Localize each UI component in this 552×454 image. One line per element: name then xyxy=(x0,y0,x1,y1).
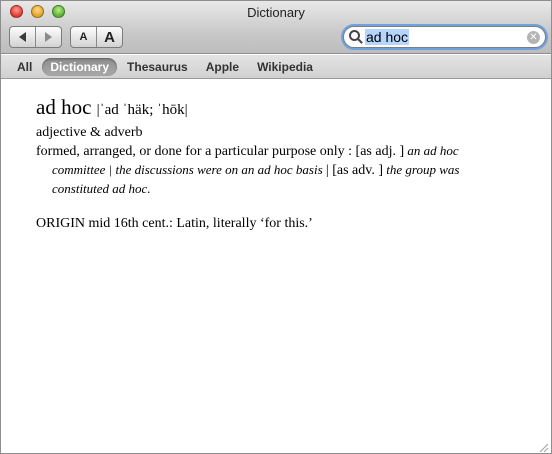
dictionary-window: Dictionary A A ad hoc ✕ All Dictionary T… xyxy=(0,0,552,454)
decrease-font-button[interactable]: A xyxy=(71,27,96,47)
resize-grip-icon[interactable] xyxy=(537,441,549,453)
definition-text: formed, arranged, or done for a particul… xyxy=(36,144,356,159)
scope-dictionary[interactable]: Dictionary xyxy=(42,57,118,76)
forward-button[interactable] xyxy=(35,27,61,47)
scope-apple[interactable]: Apple xyxy=(198,58,247,76)
definition-sense: formed, arranged, or done for a particul… xyxy=(36,142,506,199)
chevron-right-icon xyxy=(45,32,52,42)
increase-font-button[interactable]: A xyxy=(96,27,122,47)
history-nav-group xyxy=(9,26,62,48)
scope-all[interactable]: All xyxy=(9,58,40,76)
headword-line: ad hoc |ˈad ˈhäk; ˈhōk| xyxy=(36,94,506,123)
clear-search-icon[interactable]: ✕ xyxy=(527,31,540,44)
dictionary-entry: ad hoc |ˈad ˈhäk; ˈhōk| adjective & adve… xyxy=(36,94,506,233)
headword: ad hoc xyxy=(36,95,92,119)
font-size-group: A A xyxy=(70,26,123,48)
title-bar: Dictionary A A ad hoc ✕ xyxy=(1,1,551,54)
chevron-left-icon xyxy=(19,32,26,42)
origin-note: ORIGIN mid 16th cent.: Latin, literally … xyxy=(36,216,313,231)
definition-pane: ad hoc |ˈad ˈhäk; ˈhōk| adjective & adve… xyxy=(1,80,551,453)
scope-thesaurus[interactable]: Thesaurus xyxy=(119,58,196,76)
window-title: Dictionary xyxy=(247,5,305,20)
scope-wikipedia[interactable]: Wikipedia xyxy=(249,58,321,76)
part-of-speech: adjective & adverb xyxy=(36,125,143,140)
search-icon-handle xyxy=(357,38,363,44)
grammar-label-adv: [as adv. ] xyxy=(332,163,384,178)
search-input[interactable]: ad hoc xyxy=(365,29,410,45)
search-field[interactable]: ad hoc ✕ xyxy=(343,26,546,48)
scope-bar: All Dictionary Thesaurus Apple Wikipedia xyxy=(1,55,551,79)
back-button[interactable] xyxy=(10,27,35,47)
grammar-label-adj: [as adj. ] xyxy=(355,144,405,159)
pronunciation: |ˈad ˈhäk; ˈhōk| xyxy=(96,102,188,118)
